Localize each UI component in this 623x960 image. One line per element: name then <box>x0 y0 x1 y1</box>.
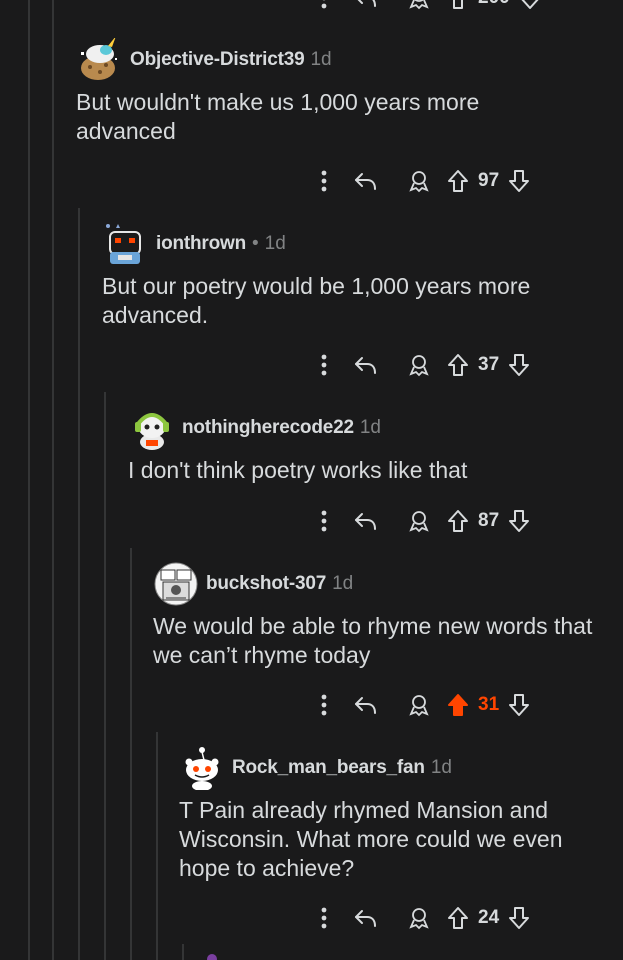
downvote-icon[interactable] <box>505 906 533 930</box>
comment-age: 1d <box>332 573 354 594</box>
vote-count: 37 <box>478 354 500 375</box>
upvote-icon[interactable] <box>444 353 472 377</box>
comment-age: 1d <box>359 417 381 438</box>
comment-actions: 24 <box>310 900 533 936</box>
comment-age: 1d <box>430 757 452 778</box>
reply-icon[interactable] <box>338 0 394 9</box>
comment-actions: 37 <box>310 347 533 383</box>
unicorn-cupcake-avatar[interactable] <box>78 36 122 82</box>
comment-meta: ionthrown • 1d <box>104 222 286 266</box>
upvote-icon[interactable] <box>444 509 472 533</box>
downvote-icon[interactable] <box>516 0 544 10</box>
reply-icon[interactable] <box>338 170 394 192</box>
comment-meta: buckshot-307 1d <box>154 562 353 606</box>
award-icon[interactable] <box>394 693 444 717</box>
thread-line[interactable] <box>52 0 54 960</box>
headphones-snoo-avatar[interactable] <box>130 406 174 450</box>
username[interactable]: Rock_man_bears_fan <box>232 757 425 779</box>
comment-age: 1d <box>310 49 332 70</box>
upvote-icon[interactable] <box>444 0 472 10</box>
robot-avatar[interactable] <box>104 222 148 266</box>
comment-thread: 200 Objective-District39 1d But wouldn't… <box>0 0 623 960</box>
comment-body: But our poetry would be 1,000 years more… <box>102 273 531 328</box>
thread-line[interactable] <box>182 944 184 960</box>
comment-body: But wouldn't make us 1,000 years more ad… <box>76 89 480 144</box>
more-options-icon[interactable] <box>310 354 338 376</box>
comment-actions: 87 <box>310 503 533 539</box>
username[interactable]: buckshot-307 <box>206 573 326 595</box>
vote-count: 87 <box>478 510 500 531</box>
more-options-icon[interactable] <box>310 907 338 929</box>
thread-line[interactable] <box>104 392 106 960</box>
separator-dot: • <box>252 233 259 254</box>
more-options-icon[interactable] <box>310 0 338 9</box>
parent-comment-actions: 200 <box>310 0 544 16</box>
thread-line[interactable] <box>78 208 80 960</box>
award-icon[interactable] <box>394 169 444 193</box>
vote-count: 24 <box>478 907 500 928</box>
more-options-icon[interactable] <box>310 510 338 532</box>
downvote-icon[interactable] <box>505 693 533 717</box>
comment-body: T Pain already rhymed Mansion and Wiscon… <box>179 797 563 881</box>
username[interactable]: ionthrown <box>156 233 246 255</box>
comic-avatar[interactable] <box>154 562 198 606</box>
upvote-icon-active[interactable] <box>444 693 472 717</box>
comment-meta: Objective-District39 1d <box>78 36 332 82</box>
comment-body: We would be able to rhyme new words that… <box>153 613 593 668</box>
award-icon[interactable] <box>394 353 444 377</box>
downvote-icon[interactable] <box>505 169 533 193</box>
thread-line[interactable] <box>130 548 132 960</box>
reply-icon[interactable] <box>338 510 394 532</box>
more-options-icon[interactable] <box>310 170 338 192</box>
award-icon[interactable] <box>394 509 444 533</box>
upvote-icon[interactable] <box>444 906 472 930</box>
default-snoo-avatar[interactable] <box>180 746 224 791</box>
reply-icon[interactable] <box>338 354 394 376</box>
award-icon[interactable] <box>394 906 444 930</box>
comment-meta: nothingherecode22 1d <box>130 406 381 450</box>
upvote-icon[interactable] <box>444 169 472 193</box>
thread-line[interactable] <box>156 732 158 960</box>
reply-icon[interactable] <box>338 907 394 929</box>
vote-count: 200 <box>478 0 510 9</box>
username[interactable]: nothingherecode22 <box>182 417 354 439</box>
reply-icon[interactable] <box>338 694 394 716</box>
vote-count: 97 <box>478 170 500 191</box>
comment-actions: 97 <box>310 163 533 199</box>
comment-body: I don't think poetry works like that <box>128 457 468 483</box>
comment-age: 1d <box>264 233 286 254</box>
comment-meta: Rock_man_bears_fan 1d <box>180 746 452 791</box>
username[interactable]: Objective-District39 <box>130 49 305 71</box>
award-icon[interactable] <box>394 0 444 10</box>
more-options-icon[interactable] <box>310 694 338 716</box>
comment-actions: 31 <box>310 687 533 723</box>
downvote-icon[interactable] <box>505 353 533 377</box>
thread-line[interactable] <box>28 0 30 960</box>
downvote-icon[interactable] <box>505 509 533 533</box>
vote-count: 31 <box>478 694 500 715</box>
next-comment-avatar[interactable] <box>204 948 224 960</box>
